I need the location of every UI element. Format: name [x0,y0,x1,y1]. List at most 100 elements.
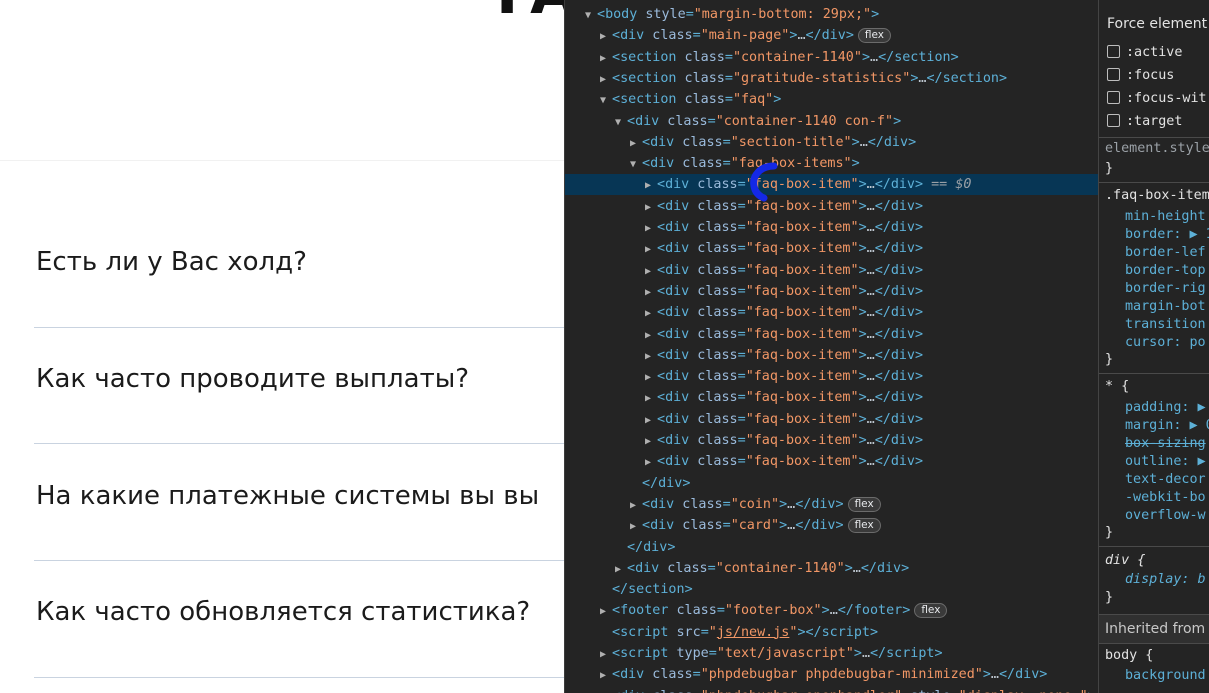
expanded-triangle-icon[interactable]: ▼ [615,112,627,133]
dom-node[interactable]: <script src="js/new.js"></script> [565,622,1098,643]
dom-node[interactable]: ▶<div class="phpdebugbar-openhandler" st… [565,686,1098,693]
dom-node[interactable]: ▶ <footer class="footer-box">…</footer> fl… [565,600,1098,621]
markup-token: > [915,177,924,193]
dom-node[interactable]: ▶ <div class="faq-box-item">…</div> [565,451,1098,472]
dom-node[interactable]: ▶ <div class="section-title">…</div> [565,132,1098,153]
flex-badge[interactable]: flex [847,496,881,512]
flex-badge[interactable]: flex [914,603,948,619]
style-property[interactable]: text-decor [1125,471,1206,489]
rule-selector-div[interactable]: div { [1105,552,1145,570]
style-property[interactable]: overflow-w [1125,507,1206,525]
collapsed-triangle-icon[interactable]: ▶ [630,495,642,516]
collapsed-triangle-icon[interactable]: ▶ [645,346,657,367]
style-property[interactable]: border: ▶ 1 [1125,226,1209,244]
dom-node[interactable]: ▶ <div class="faq-box-item">…</div> [565,387,1098,408]
faq-question-2[interactable]: Как часто проводите выплаты? [36,364,566,394]
collapsed-triangle-icon[interactable]: ▶ [645,239,657,260]
expanded-triangle-icon[interactable]: ▼ [585,5,597,26]
dom-node[interactable]: ▶ <div class="coin">…</div> flex [565,494,1098,515]
dom-node[interactable]: ▶ <div class="faq-box-item">…</div> [565,196,1098,217]
collapsed-triangle-icon[interactable]: ▶ [600,69,612,90]
dom-node[interactable]: ▶ <div class="faq-box-item">…</div> [565,430,1098,451]
collapsed-triangle-icon[interactable]: ▶ [630,133,642,154]
expanded-triangle-icon[interactable]: ▼ [630,154,642,175]
style-property[interactable]: border-top [1125,262,1206,280]
faq-question-3[interactable]: На какие платежные системы вы вы [36,481,566,511]
collapsed-triangle-icon[interactable]: ▶ [600,665,612,686]
style-property[interactable]: display: b [1125,571,1206,589]
markup-token: div [665,390,690,406]
markup-token: class [668,603,717,619]
style-property[interactable]: box-sizing [1125,435,1206,453]
dom-node[interactable]: ▶ <div class="card">…</div> flex [565,515,1098,536]
collapsed-triangle-icon[interactable]: ▶ [645,325,657,346]
dom-node[interactable]: ▼ <section class="faq"> [565,89,1098,110]
collapsed-triangle-icon[interactable]: ▶ [600,601,612,622]
dom-node[interactable]: </section> [565,579,1098,600]
style-property[interactable]: margin: ▶ 0 [1125,417,1209,435]
collapsed-triangle-icon[interactable]: ▶ [600,48,612,69]
state-target-checkbox[interactable]: :target [1107,114,1182,132]
dom-node[interactable]: ▶ <div class="faq-box-item">…</div> [565,217,1098,238]
state-active-checkbox[interactable]: :active [1107,45,1182,63]
collapsed-triangle-icon[interactable]: ▶ [645,218,657,239]
dom-node[interactable]: ▶ <div class="faq-box-item">…</div> [565,366,1098,387]
dom-node[interactable]: ▶ <div class="faq-box-item">…</div> [565,238,1098,259]
style-property[interactable]: background [1125,667,1206,685]
style-property[interactable]: min-height [1125,208,1206,226]
collapsed-triangle-icon[interactable]: ▶ [645,303,657,324]
markup-token: class [689,390,738,406]
expanded-triangle-icon[interactable]: ▼ [600,90,612,111]
dom-node[interactable]: ▶ <script type="text/javascript">…</scrip… [565,643,1098,664]
dom-node[interactable]: ▶ <div class="faq-box-item">…</div> [565,281,1098,302]
collapsed-triangle-icon[interactable]: ▶ [645,388,657,409]
collapsed-triangle-icon[interactable]: ▶ [645,282,657,303]
rule-selector-faq-box-item[interactable]: .faq-box-item [1105,187,1209,205]
dom-node[interactable]: ▼ <body style="margin-bottom: 29px;"> [565,4,1098,25]
dom-node[interactable]: ▶ <div class="faq-box-item">…</div> [565,302,1098,323]
faq-question-1[interactable]: Есть ли у Вас холд? [36,247,566,277]
element-style-selector[interactable]: element.style [1105,140,1209,158]
dom-node[interactable]: ▶ <div class="main-page">…</div> flex [565,25,1098,46]
dom-node[interactable]: ▼ <div class="container-1140 con-f"> [565,111,1098,132]
dom-node[interactable]: ▶ <div class="phpdebugbar phpdebugbar-min… [565,664,1098,685]
style-property[interactable]: cursor: po [1125,334,1206,352]
dom-node[interactable]: ▶ <div class="faq-box-item">…</div> [565,345,1098,366]
collapsed-triangle-icon[interactable]: ▶ [645,197,657,218]
collapsed-triangle-icon[interactable]: ▶ [645,431,657,452]
dom-node[interactable]: ▶ <div class="container-1140">…</div> [565,558,1098,579]
dom-node-selected[interactable]: ▶ <div class="faq-box-item">…</div> == $0 [565,174,1098,196]
dom-node[interactable]: ▶ <section class="gratitude-statistics">…… [565,68,1098,89]
style-property[interactable]: border-lef [1125,244,1206,262]
dom-node[interactable]: </div> [565,537,1098,558]
dom-node[interactable]: ▼ <div class="faq-box-items"> [565,153,1098,174]
dom-node[interactable]: </div> [565,473,1098,494]
collapsed-triangle-icon[interactable]: ▶ [600,26,612,47]
collapsed-triangle-icon[interactable]: ▶ [645,452,657,473]
collapsed-triangle-icon[interactable]: ▶ [645,175,657,196]
style-property[interactable]: border-rig [1125,280,1206,298]
state-focus-within-checkbox[interactable]: :focus-wit [1107,91,1207,109]
rule-selector-universal[interactable]: * { [1105,378,1129,396]
style-property[interactable]: outline: ▶ [1125,453,1206,471]
state-focus-checkbox[interactable]: :focus [1107,68,1174,86]
flex-badge[interactable]: flex [857,28,891,44]
collapsed-triangle-icon[interactable]: ▶ [600,687,612,693]
collapsed-triangle-icon[interactable]: ▶ [645,261,657,282]
style-property[interactable]: -webkit-bo [1125,489,1206,507]
dom-node[interactable]: ▶ <section class="container-1140">…</sect… [565,47,1098,68]
collapsed-triangle-icon[interactable]: ▶ [645,410,657,431]
flex-badge[interactable]: flex [847,518,881,534]
style-property[interactable]: transition [1125,316,1206,334]
collapsed-triangle-icon[interactable]: ▶ [630,516,642,537]
rule-selector-body[interactable]: body { [1105,647,1153,665]
dom-node[interactable]: ▶ <div class="faq-box-item">…</div> [565,409,1098,430]
collapsed-triangle-icon[interactable]: ▶ [600,644,612,665]
style-property[interactable]: margin-bot [1125,298,1206,316]
dom-node[interactable]: ▶ <div class="faq-box-item">…</div> [565,260,1098,281]
collapsed-triangle-icon[interactable]: ▶ [615,559,627,580]
style-property[interactable]: padding: ▶ [1125,399,1206,417]
dom-node[interactable]: ▶ <div class="faq-box-item">…</div> [565,324,1098,345]
collapsed-triangle-icon[interactable]: ▶ [645,367,657,388]
faq-question-4[interactable]: Как часто обновляется статистика? [36,597,566,627]
